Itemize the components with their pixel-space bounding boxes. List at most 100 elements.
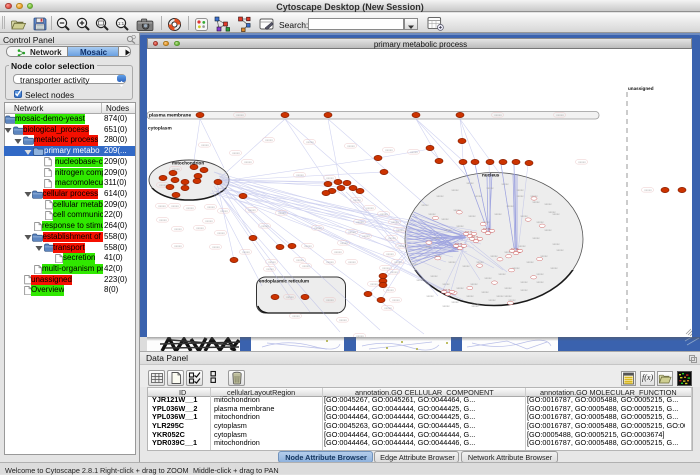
svg-text:xxxxx: xxxxx (265, 138, 273, 142)
svg-text:xxxxx: xxxxx (385, 148, 393, 152)
svg-text:xxxxx: xxxxx (551, 266, 559, 270)
svg-text:xxxxx: xxxxx (304, 244, 312, 248)
svg-text:xxxxx: xxxxx (174, 244, 182, 248)
svg-text:xxxxx: xxxxx (437, 194, 445, 198)
svg-text:xxxxx: xxxxx (427, 294, 435, 298)
svg-text:xxxxx: xxxxx (236, 113, 244, 117)
svg-text:xxxxx: xxxxx (391, 220, 399, 224)
svg-text:xxxxx: xxxxx (449, 260, 457, 264)
svg-text:xxxxx: xxxxx (497, 294, 505, 298)
svg-text:xxxxx: xxxxx (306, 140, 314, 144)
svg-text:plasma membrane: plasma membrane (149, 113, 191, 119)
svg-text:xxxxx: xxxxx (521, 280, 529, 284)
svg-text:xxxxx: xxxxx (505, 294, 513, 298)
svg-text:xxxxx: xxxxx (348, 230, 356, 234)
svg-text:xxx xx: xxx xx (511, 248, 519, 251)
svg-text:xxxxx: xxxxx (196, 226, 204, 230)
svg-text:xxxxx: xxxxx (392, 298, 400, 302)
svg-text:xxxxx: xxxxx (417, 278, 425, 282)
svg-text:xxxxx: xxxxx (545, 228, 553, 232)
svg-text:xxxxx: xxxxx (207, 205, 215, 209)
svg-text:xxxxx: xxxxx (485, 276, 493, 280)
svg-text:xxxxx: xxxxx (521, 288, 529, 292)
svg-text:xxxxx: xxxxx (445, 228, 453, 232)
svg-text:xxxxx: xxxxx (495, 212, 503, 216)
svg-text:xxxxx: xxxxx (469, 214, 477, 218)
svg-text:xxxxx: xxxxx (314, 226, 322, 230)
svg-text:xxx xx: xxx xx (483, 228, 491, 231)
svg-text:xxxxx: xxxxx (278, 211, 286, 215)
svg-text:xxxxx: xxxxx (494, 113, 502, 117)
svg-text:xxxxx: xxxxx (644, 188, 652, 192)
svg-text:endoplasmic reticulum: endoplasmic reticulum (259, 279, 309, 284)
svg-text:xxxxx: xxxxx (398, 244, 406, 248)
svg-text:unassigned: unassigned (628, 86, 654, 91)
svg-text:xxxxx: xxxxx (394, 260, 402, 264)
svg-text:xxxxx: xxxxx (410, 150, 418, 154)
svg-text:xxxxx: xxxxx (366, 206, 374, 210)
svg-text:xxxxx: xxxxx (220, 209, 228, 213)
svg-text:xxxxx: xxxxx (443, 304, 451, 308)
svg-text:xxxxx: xxxxx (517, 194, 525, 198)
svg-text:xxxxx: xxxxx (556, 113, 564, 117)
svg-text:xxxxx: xxxxx (174, 227, 182, 231)
svg-text:xxxxx: xxxxx (396, 228, 404, 232)
svg-text:xxxxx: xxxxx (477, 260, 485, 264)
svg-text:xxxxx: xxxxx (475, 194, 483, 198)
svg-text:xxxxx: xxxxx (248, 208, 256, 212)
svg-text:xxxxx: xxxxx (491, 254, 499, 258)
svg-text:xxxxx: xxxxx (326, 298, 334, 302)
svg-text:xxxxx: xxxxx (340, 241, 348, 245)
svg-text:xxxxx: xxxxx (545, 202, 553, 206)
svg-text:xxxxx: xxxxx (388, 236, 396, 240)
svg-text:xxxxx: xxxxx (499, 272, 507, 276)
svg-text:xxxxx: xxxxx (471, 282, 479, 286)
svg-text:xxxxx: xxxxx (549, 210, 557, 214)
svg-text:xxxxx: xxxxx (356, 334, 364, 336)
svg-text:xxxxx: xxxxx (292, 314, 300, 318)
svg-text:xxxxx: xxxxx (429, 212, 437, 216)
svg-text:xxxxx: xxxxx (261, 224, 269, 228)
svg-text:xxxxx: xxxxx (457, 224, 465, 228)
svg-text:xxxxx: xxxxx (442, 217, 450, 221)
svg-text:xxxxx: xxxxx (473, 302, 481, 306)
svg-text:xxxxx: xxxxx (370, 282, 378, 286)
svg-text:xxxxx: xxxxx (533, 236, 541, 240)
svg-text:xxxxx: xxxxx (537, 220, 545, 224)
svg-text:xxxxx: xxxxx (411, 262, 419, 266)
svg-text:xxx xx: xxx xx (455, 243, 463, 246)
svg-text:xxxxx: xxxxx (362, 234, 370, 238)
svg-text:xxx xx: xxx xx (465, 231, 473, 234)
svg-text:xxxxx: xxxxx (482, 290, 490, 294)
svg-text:xxxxx: xxxxx (517, 188, 525, 192)
svg-text:xxxxx: xxxxx (205, 219, 213, 223)
svg-text:xxxxx: xxxxx (244, 160, 252, 164)
svg-text:xxxxx: xxxxx (296, 173, 304, 177)
svg-text:xxxxx: xxxxx (347, 144, 355, 148)
svg-text:mitochondrion: mitochondrion (172, 161, 204, 166)
svg-text:xxxxx: xxxxx (489, 298, 497, 302)
svg-text:xxxxx: xxxxx (507, 204, 515, 208)
svg-text:xxxxx: xxxxx (463, 264, 471, 268)
svg-text:xxxxx: xxxxx (212, 245, 220, 249)
svg-text:xxxxx: xxxxx (487, 186, 495, 190)
svg-text:xxxxx: xxxxx (266, 267, 274, 271)
svg-text:xxxxx: xxxxx (326, 260, 334, 264)
svg-text:xxxxx: xxxxx (467, 181, 475, 185)
svg-text:xxxxx: xxxxx (334, 250, 342, 254)
svg-text:xxxxx: xxxxx (326, 176, 334, 180)
svg-text:xxxxx: xxxxx (533, 200, 541, 204)
svg-text:xxxxx: xxxxx (268, 260, 276, 264)
svg-text:xxxxx: xxxxx (519, 244, 527, 248)
svg-text:xxxxx: xxxxx (425, 245, 433, 249)
svg-text:xxxxx: xxxxx (353, 198, 361, 202)
svg-text:cytoplasm: cytoplasm (148, 126, 172, 132)
svg-text:xxxxx: xxxxx (505, 286, 513, 290)
svg-text:xxxxx: xxxxx (339, 318, 347, 322)
svg-text:xxxxx: xxxxx (521, 214, 529, 218)
svg-text:xxxxx: xxxxx (386, 288, 394, 292)
svg-text:xxxxx: xxxxx (433, 236, 441, 240)
svg-text:xxxxx: xxxxx (578, 160, 586, 164)
svg-text:xxxxx: xxxxx (159, 218, 167, 222)
svg-text:xxxxx: xxxxx (286, 295, 294, 299)
